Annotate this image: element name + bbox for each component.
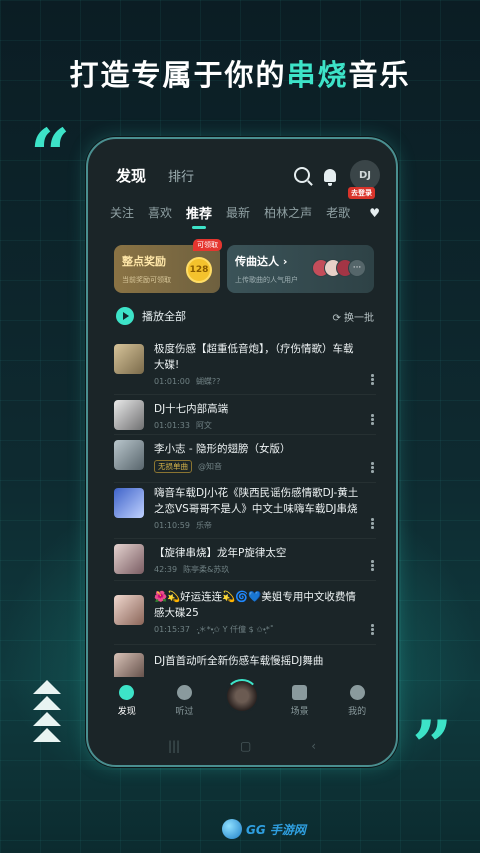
song-duration: 42:39 [154,565,178,574]
nav-label: 我的 [348,707,367,717]
triangle-stack-decoration [30,680,64,744]
song-title: 极度伤感【超重低音炮】，（疗伤情歌）车载大碟! [154,343,354,371]
song-cover [114,400,144,430]
song-duration: 01:01:33 [154,421,190,430]
song-artist: 乐帝 [195,521,212,530]
more-icon[interactable] [371,461,374,475]
more-icon[interactable] [371,623,374,637]
heart-icon[interactable]: ♥ [369,206,380,220]
chart-icon [292,685,308,700]
song-cover [114,440,144,470]
list-item[interactable]: 【旋律串烧】龙年P旋律太空 42:39 陈亭柔&苏玖 [114,539,376,581]
song-artist: 蝴蝶?? [195,377,221,386]
headline-highlight: 串烧 [286,58,349,92]
song-list: 极度伤感【超重低音炮】，（疗伤情歌）车载大碟! 01:01:00 蝴蝶?? DJ十… [114,339,376,683]
coin-icon: 128 [186,257,212,283]
list-item[interactable]: 🌺💫好运连连💫🌀💙美姐专用中文收费情感大碟25 01:15:37 ·̩̩̥͙＊*•… [114,581,376,645]
reward-card[interactable]: 整点奖励 当前奖励可领取 128 可领取 [114,239,222,293]
headline-text: 打造专属于你的 [69,58,287,92]
top-bar: 发现 排行 DJ 去登录 [116,160,380,199]
bell-icon[interactable] [324,168,336,186]
login-badge[interactable]: 去登录 [348,187,375,199]
refresh-button[interactable]: ⟳ 换一批 [332,309,374,324]
tab-like[interactable]: 喜欢 [148,204,172,221]
song-artist: @知音 [198,462,222,471]
song-title: DJ首首动听全新伤感车载慢摇DJ舞曲 [154,655,324,667]
headline-text-end: 音乐 [348,58,411,92]
open-quote-icon: “ [30,113,71,196]
play-all-bar: 播放全部 ⟳ 换一批 [116,307,374,325]
song-cover [114,344,144,374]
tab-recommend[interactable]: 推荐 [186,203,212,229]
talent-avatars: ··· [312,259,366,277]
tab-discover[interactable]: 发现 [116,165,146,186]
nav-mine[interactable]: 我的 [337,685,377,717]
song-cover [114,544,144,574]
list-item[interactable]: DJ十七内部高端 01:01:33 阿文 [114,395,376,435]
bottom-nav: 发现 听过 场景 我的 [88,677,396,725]
system-nav-bar: ||| ▢ ‹ [88,739,396,753]
play-all-button[interactable]: 播放全部 [142,308,186,324]
song-artist: 阿文 [195,421,212,430]
watermark-logo-icon [222,819,242,839]
tab-newest[interactable]: 最新 [226,204,250,221]
search-icon[interactable] [294,167,310,183]
song-cover [114,595,144,625]
song-duration: 01:15:37 [154,625,190,634]
disc-icon [119,685,135,700]
nav-now-playing[interactable] [222,679,262,713]
recent-apps-icon[interactable]: ||| [168,739,180,753]
tab-old-songs[interactable]: 老歌 [326,204,350,221]
nav-label: 发现 [117,707,136,717]
person-icon [176,685,192,700]
more-icon[interactable] [371,373,374,387]
now-playing-disc-icon [224,679,259,713]
phone-mockup: 发现 排行 DJ 去登录 关注 喜欢 推荐 最新 柏林之声 老歌 ♥ 整点奖励 … [86,137,398,767]
nav-label: 听过 [175,707,194,717]
avatar-text: DJ [358,169,372,181]
song-title: 🌺💫好运连连💫🌀💙美姐专用中文收费情感大碟25 [154,591,356,619]
category-tabs: 关注 喜欢 推荐 最新 柏林之声 老歌 ♥ [110,203,380,229]
more-dots-icon: ··· [348,259,366,277]
tab-follow[interactable]: 关注 [110,204,134,221]
more-icon[interactable] [371,413,374,427]
nav-label: 场景 [290,707,309,717]
tab-berlin-sound[interactable]: 柏林之声 [264,204,312,221]
feature-cards: 整点奖励 当前奖励可领取 128 可领取 传曲达人 › 上传歌曲的人气用户 ··… [114,239,374,293]
lossless-tag: 无损单曲 [154,460,192,473]
song-artist: ·̩̩̥͙＊*•̩̩͙✩ Y 仟僮 $ ✩•̩̩͙*˚ [195,625,274,634]
nav-scene[interactable]: 场景 [280,685,320,717]
user-icon [349,685,365,700]
song-cover [114,488,144,518]
more-icon[interactable] [371,517,374,531]
song-title: 嗨音车载DJ小花《陕西民谣伤感情歌DJ-黄土之恋VS哥哥不是人》中文土味嗨车载D… [154,487,359,515]
tab-rank[interactable]: 排行 [168,166,194,185]
close-quote-icon: ” [412,705,453,788]
list-item[interactable]: 极度伤感【超重低音炮】，（疗伤情歌）车载大碟! 01:01:00 蝴蝶?? [114,339,376,395]
play-icon[interactable] [116,307,134,325]
list-item[interactable]: 李小志 - 隐形的翅膀（女版） 无损单曲 @知音 [114,435,376,483]
song-title: 【旋律串烧】龙年P旋律太空 [154,547,287,559]
claim-tag: 可领取 [193,239,222,251]
nav-discover[interactable]: 发现 [107,685,147,717]
watermark-text: GG 手游网 [246,822,306,837]
song-duration: 01:01:00 [154,377,190,386]
more-icon[interactable] [371,559,374,573]
song-title: 李小志 - 隐形的翅膀（女版） [154,443,291,455]
back-icon[interactable]: ‹ [311,739,316,753]
song-duration: 01:10:59 [154,521,190,530]
watermark: GG 手游网 [222,819,306,839]
song-artist: 陈亭柔&苏玖 [183,565,230,574]
song-title: DJ十七内部高端 [154,403,229,415]
talent-card[interactable]: 传曲达人 › 上传歌曲的人气用户 ··· [227,245,374,293]
home-icon[interactable]: ▢ [240,739,251,753]
nav-listened[interactable]: 听过 [164,685,204,717]
avatar[interactable]: DJ 去登录 [348,160,380,199]
list-item[interactable]: 嗨音车载DJ小花《陕西民谣伤感情歌DJ-黄土之恋VS哥哥不是人》中文土味嗨车载D… [114,483,376,539]
promo-headline: 打造专属于你的串烧音乐 [0,52,480,94]
list-item[interactable]: DJ首首动听全新伤感车载慢摇DJ舞曲 [114,645,376,683]
